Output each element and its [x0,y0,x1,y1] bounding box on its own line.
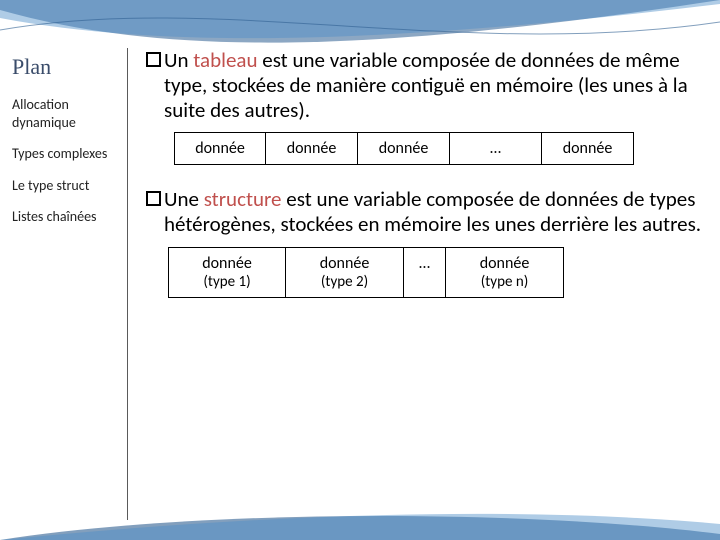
struct-diagram: donnée (type 1) donnée (type 2) … donnée… [168,247,708,298]
slide-content: Un tableau est une variable composée de … [128,48,720,520]
paragraph-structure: Une structure est une variable composée … [146,187,708,237]
array-cell: donnée [542,132,634,165]
struct-cell: … [404,247,446,298]
struct-sublabel: (type n) [446,273,563,291]
nav-allocation[interactable]: Allocation dynamique [12,94,121,133]
sidebar-title: Plan [12,54,121,80]
nav-types[interactable]: Types complexes [12,143,121,165]
bullet-icon [146,52,161,67]
struct-label: … [419,254,430,273]
nav-listes[interactable]: Listes chaînées [12,206,121,228]
nav-struct[interactable]: Le type struct [12,175,121,197]
array-diagram: donnée donnée donnée … donnée [174,132,708,165]
array-cell: donnée [174,132,266,165]
struct-cell: donnée (type 2) [286,247,404,298]
struct-sublabel: (type 2) [286,273,403,291]
array-cell: donnée [358,132,450,165]
p1-pre: Un [164,47,193,73]
struct-cell: donnée (type n) [446,247,564,298]
p2-pre: Une [164,186,204,212]
paragraph-tableau: Un tableau est une variable composée de … [146,48,708,122]
array-cell: … [450,132,542,165]
struct-label: donnée [202,254,252,273]
p2-highlight: structure [204,186,282,212]
struct-label: donnée [480,254,530,273]
bullet-icon [146,191,161,206]
sidebar: Plan Allocation dynamique Types complexe… [0,48,128,520]
p1-highlight: tableau [193,47,257,73]
array-cell: donnée [266,132,358,165]
struct-cell: donnée (type 1) [168,247,286,298]
struct-sublabel: (type 1) [169,273,285,291]
struct-label: donnée [320,254,370,273]
